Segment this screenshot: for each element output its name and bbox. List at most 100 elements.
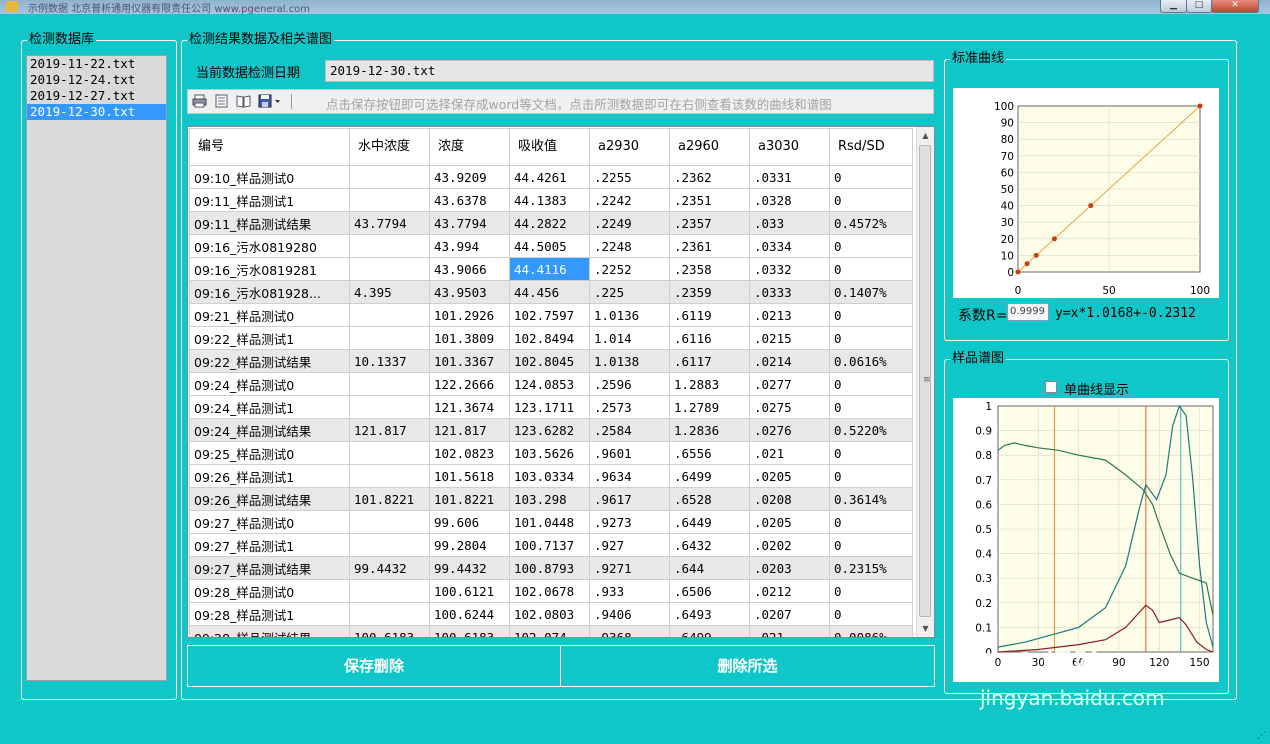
table-cell[interactable]: 100.6121 xyxy=(429,579,510,603)
table-cell[interactable] xyxy=(349,533,430,557)
table-cell[interactable]: 1.2836 xyxy=(669,418,750,442)
table-cell[interactable]: .2248 xyxy=(589,234,670,258)
table-cell[interactable]: 101.0448 xyxy=(509,510,590,534)
table-cell[interactable]: .2358 xyxy=(669,257,750,281)
table-cell[interactable]: 101.8221 xyxy=(429,487,510,511)
table-row[interactable]: 09:11_样品测试结果 43.7794 43.7794 44.2822.2249.2… xyxy=(189,211,913,235)
table-row[interactable]: 09:24_样品测试1 121.3674 123.1711.2573 1.2789.0… xyxy=(189,395,913,419)
table-cell[interactable]: 1.2883 xyxy=(669,372,750,396)
table-cell[interactable]: 09:27_样品测试0 xyxy=(189,510,350,534)
table-cell[interactable]: .0202 xyxy=(749,533,830,557)
table-row[interactable]: 09:27_样品测试结果 99.4432 99.4432 100.8793.9271.… xyxy=(189,556,913,580)
table-cell[interactable]: 43.6378 xyxy=(429,188,510,212)
table-cell[interactable]: 1.2789 xyxy=(669,395,750,419)
single-curve-checkbox[interactable] xyxy=(1045,381,1057,393)
table-cell[interactable]: .933 xyxy=(589,579,670,603)
table-cell[interactable]: 0 xyxy=(829,188,913,212)
table-cell[interactable]: 43.7794 xyxy=(429,211,510,235)
table-cell[interactable]: 09:28_样品测试0 xyxy=(189,579,350,603)
table-cell[interactable]: 122.2666 xyxy=(429,372,510,396)
table-cell[interactable]: 0 xyxy=(829,441,913,465)
table-cell[interactable]: 09:22_样品测试1 xyxy=(189,326,350,350)
table-cell[interactable]: 09:16_污水0819280 xyxy=(189,234,350,258)
save-icon[interactable] xyxy=(258,94,282,108)
table-row[interactable]: 09:11_样品测试1 43.6378 44.1383.2242.2351.0328… xyxy=(189,188,913,212)
table-cell[interactable]: 10.1337 xyxy=(349,349,430,373)
table-cell[interactable]: .2252 xyxy=(589,257,670,281)
table-cell[interactable]: 99.606 xyxy=(429,510,510,534)
table-cell[interactable]: 101.8221 xyxy=(349,487,430,511)
table-cell[interactable]: .0213 xyxy=(749,303,830,327)
table-cell[interactable]: 09:27_样品测试1 xyxy=(189,533,350,557)
table-cell[interactable]: 0.5220% xyxy=(829,418,913,442)
table-cell[interactable]: .021 xyxy=(749,441,830,465)
table-cell[interactable]: .6432 xyxy=(669,533,750,557)
table-cell[interactable]: .0205 xyxy=(749,510,830,534)
table-row[interactable]: 09:24_样品测试0 122.2666 124.0853.2596 1.2883.0… xyxy=(189,372,913,396)
table-cell[interactable]: 09:10_样品测试0 xyxy=(189,165,350,189)
table-cell[interactable]: 0 xyxy=(829,257,913,281)
column-header[interactable]: a2930 xyxy=(589,128,670,166)
table-cell[interactable]: .6117 xyxy=(669,349,750,373)
table-row[interactable]: 09:25_样品测试0 102.0823 103.5626.9601.6556.02… xyxy=(189,441,913,465)
table-cell[interactable]: .6493 xyxy=(669,602,750,626)
table-cell[interactable]: 0 xyxy=(829,510,913,534)
table-cell[interactable]: 101.5618 xyxy=(429,464,510,488)
file-item[interactable]: 2019-11-22.txt xyxy=(27,56,166,72)
table-cell[interactable]: 09:24_样品测试结果 xyxy=(189,418,350,442)
table-cell[interactable]: .2242 xyxy=(589,188,670,212)
table-cell[interactable]: .0334 xyxy=(749,234,830,258)
table-cell[interactable] xyxy=(349,257,430,281)
table-cell[interactable]: 121.817 xyxy=(349,418,430,442)
table-cell[interactable]: 102.0803 xyxy=(509,602,590,626)
file-item[interactable]: 2019-12-30.txt xyxy=(27,104,166,120)
column-header[interactable]: Rsd/SD xyxy=(829,128,913,166)
print-icon[interactable] xyxy=(192,94,207,108)
table-cell[interactable]: .9273 xyxy=(589,510,670,534)
table-cell[interactable]: 09:26_样品测试结果 xyxy=(189,487,350,511)
table-cell[interactable] xyxy=(349,188,430,212)
table-cell[interactable]: 0 xyxy=(829,464,913,488)
resize-grip-icon[interactable]: ⋰ xyxy=(1257,731,1266,741)
table-cell[interactable]: .6556 xyxy=(669,441,750,465)
table-cell[interactable] xyxy=(349,372,430,396)
table-cell[interactable]: 102.7597 xyxy=(509,303,590,327)
table-cell[interactable]: 100.6183 xyxy=(349,625,430,637)
preview-icon[interactable] xyxy=(214,94,229,108)
table-row[interactable]: 09:22_样品测试1 101.3809 102.8494 1.014.6116.02… xyxy=(189,326,913,350)
table-cell[interactable]: 09:16_污水0819281 xyxy=(189,257,350,281)
table-cell[interactable]: .2361 xyxy=(669,234,750,258)
table-cell[interactable]: .6528 xyxy=(669,487,750,511)
table-cell[interactable]: 124.0853 xyxy=(509,372,590,396)
file-item[interactable]: 2019-12-24.txt xyxy=(27,72,166,88)
table-cell[interactable]: 44.456 xyxy=(509,280,590,304)
scroll-up-icon[interactable]: ▲ xyxy=(917,127,934,144)
table-cell[interactable]: .021 xyxy=(749,625,830,637)
table-row[interactable]: 09:22_样品测试结果 10.1337 101.3367 102.8045 1.013… xyxy=(189,349,913,373)
table-cell[interactable]: 44.1383 xyxy=(509,188,590,212)
column-header[interactable]: 浓度 xyxy=(429,128,510,166)
book-icon[interactable] xyxy=(236,94,251,108)
close-button[interactable]: ✕ xyxy=(1211,0,1259,13)
table-row[interactable]: 09:26_样品测试1 101.5618 103.0334.9634.6499.02… xyxy=(189,464,913,488)
table-cell[interactable]: 100.7137 xyxy=(509,533,590,557)
table-cell[interactable]: 0.3614% xyxy=(829,487,913,511)
table-cell[interactable]: 0 xyxy=(829,395,913,419)
table-cell[interactable]: 121.3674 xyxy=(429,395,510,419)
table-cell[interactable] xyxy=(349,234,430,258)
table-cell[interactable] xyxy=(349,464,430,488)
table-cell[interactable]: 103.5626 xyxy=(509,441,590,465)
table-cell[interactable]: 100.8793 xyxy=(509,556,590,580)
table-cell[interactable]: .225 xyxy=(589,280,670,304)
table-cell[interactable]: .0276 xyxy=(749,418,830,442)
table-cell[interactable]: .2362 xyxy=(669,165,750,189)
table-cell[interactable]: .2573 xyxy=(589,395,670,419)
table-cell[interactable]: 09:16_污水081928... xyxy=(189,280,350,304)
table-cell[interactable] xyxy=(349,602,430,626)
results-grid[interactable]: 编号 水中浓度 浓度 吸收值 a2930 a2960 a3030 Rsd/SD 09:10_样… xyxy=(187,126,935,638)
table-cell[interactable]: .6499 xyxy=(669,625,750,637)
table-cell[interactable] xyxy=(349,441,430,465)
table-cell[interactable]: 09:26_样品测试1 xyxy=(189,464,350,488)
table-cell[interactable]: 0.2315% xyxy=(829,556,913,580)
table-cell[interactable]: .0332 xyxy=(749,257,830,281)
